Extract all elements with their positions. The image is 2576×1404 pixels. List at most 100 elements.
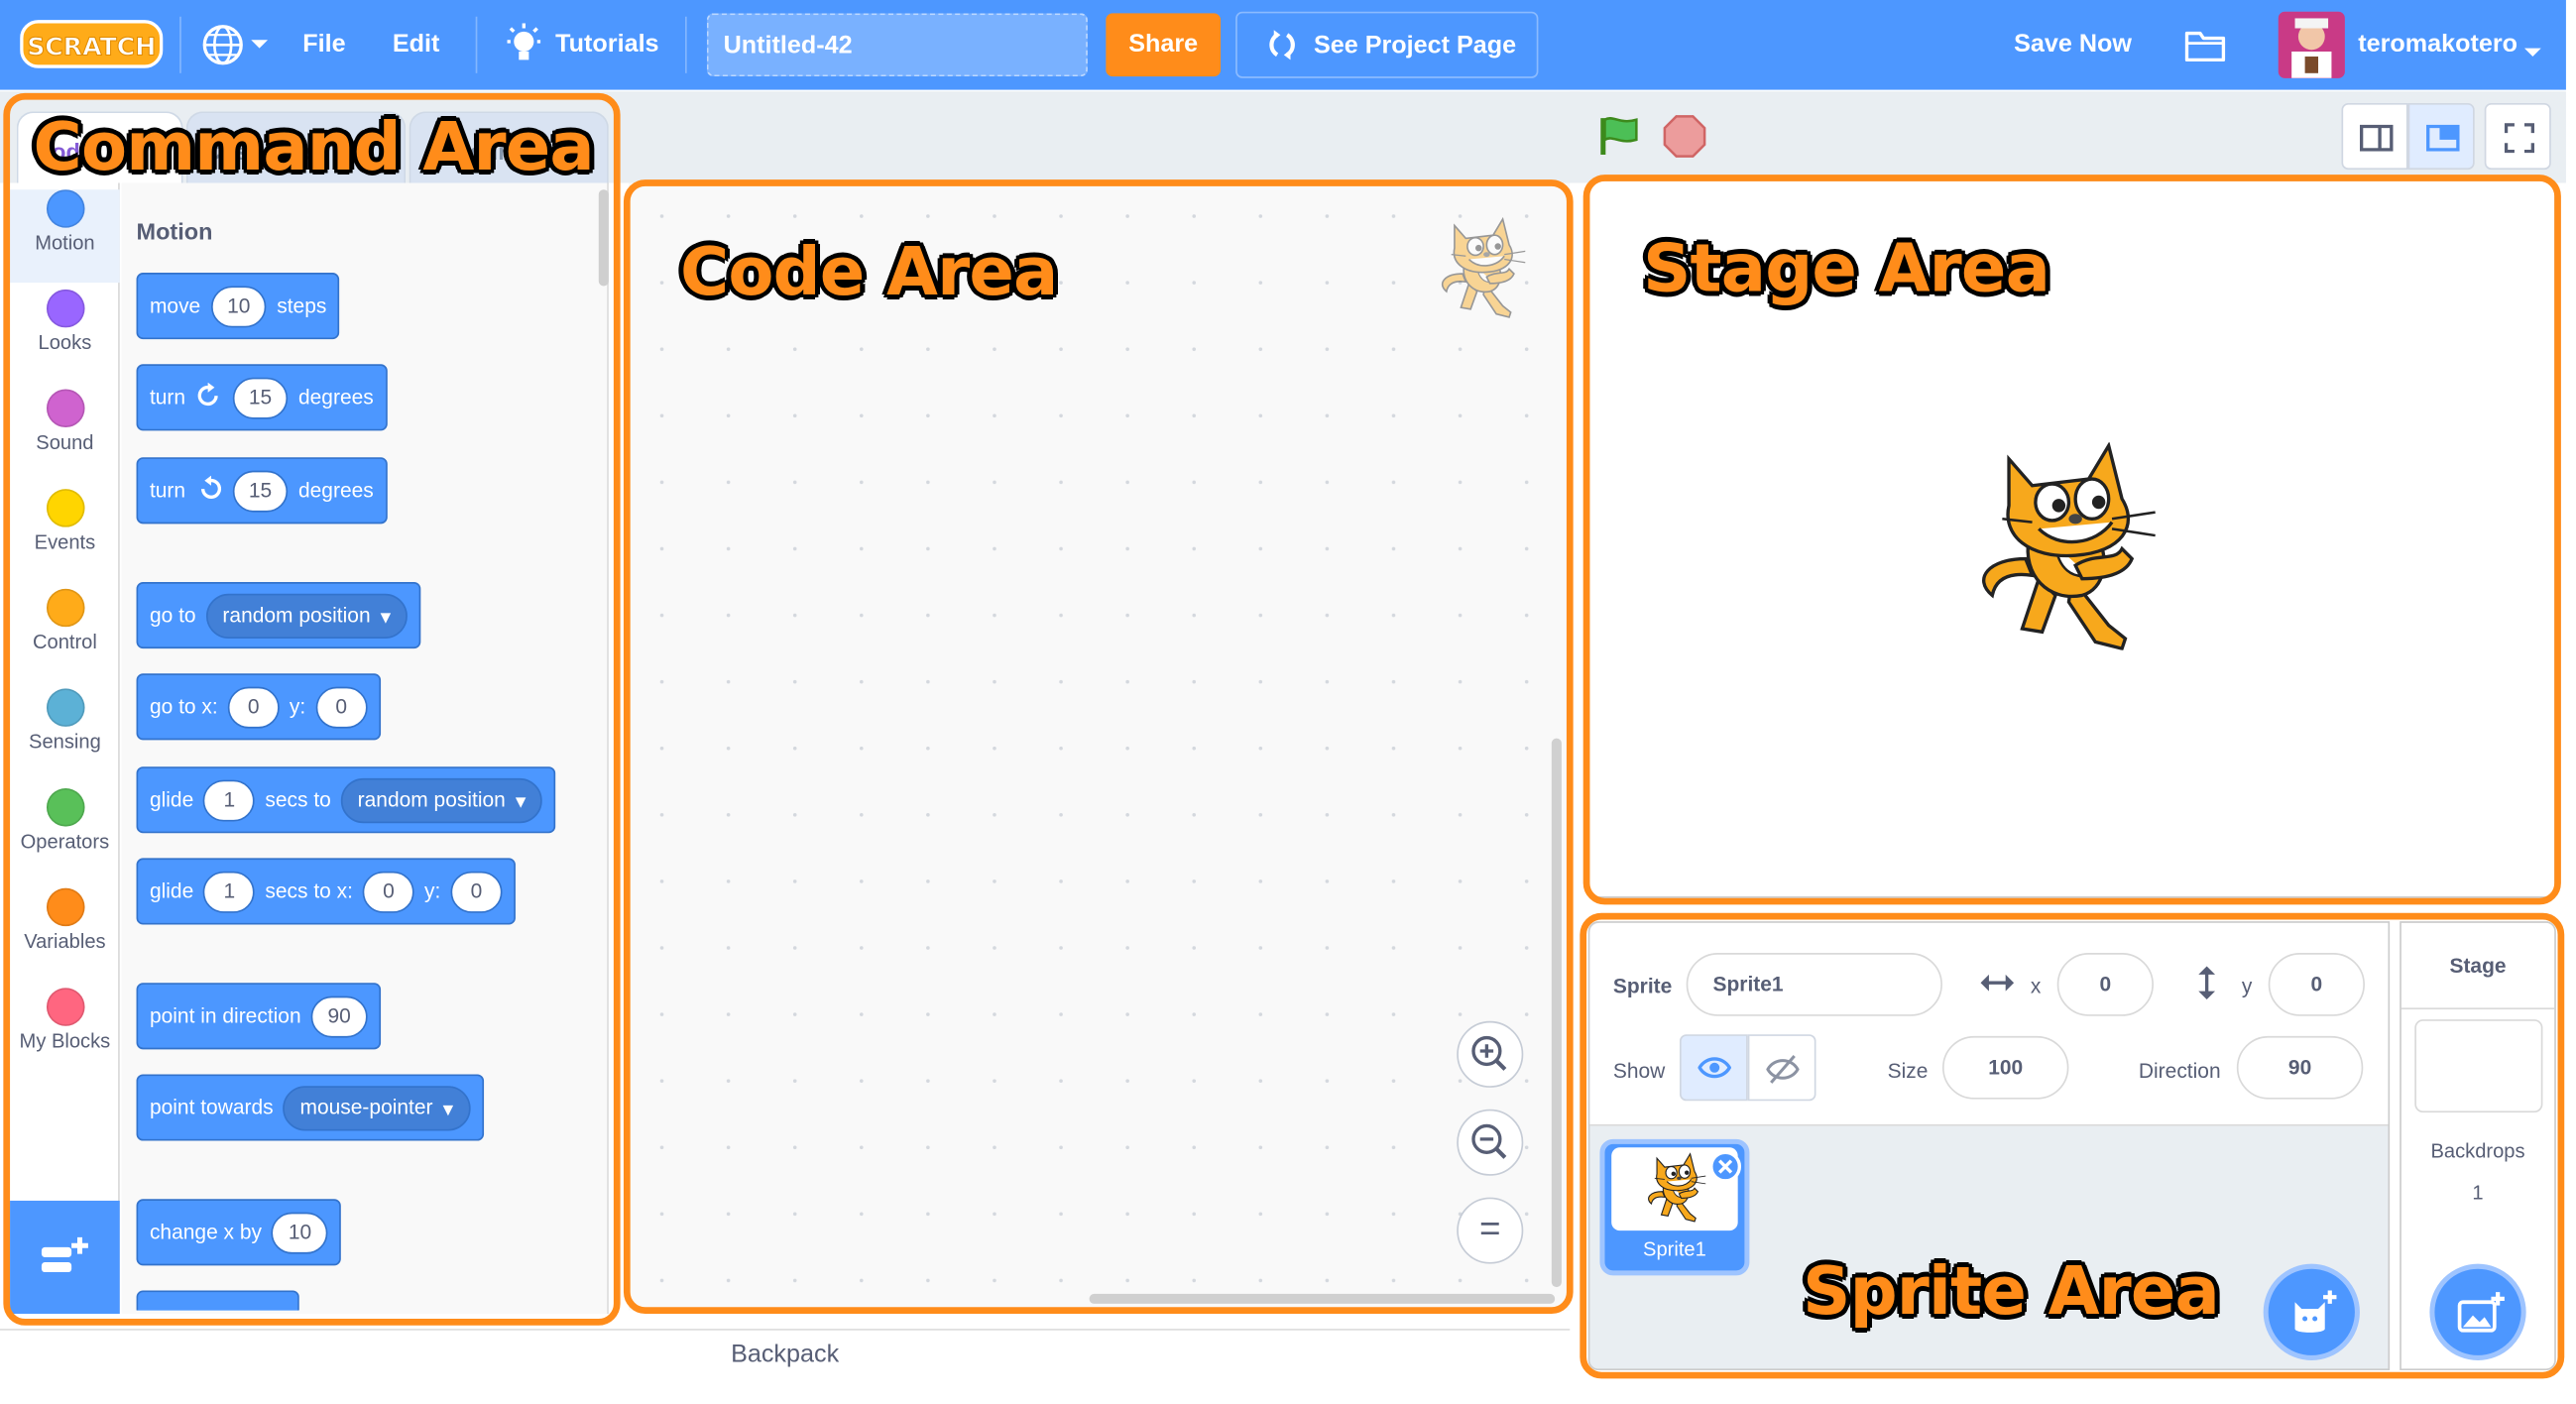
block-input[interactable]: 10 <box>210 285 268 327</box>
backdrops-count: 1 <box>2472 1180 2484 1205</box>
block-input[interactable]: 0 <box>227 685 280 728</box>
block-input[interactable]: 10 <box>272 1211 328 1253</box>
block-point-direction[interactable]: point in direction 90 <box>136 983 381 1050</box>
fullscreen-icon <box>2504 123 2535 154</box>
category-my-blocks[interactable]: My Blocks <box>10 988 120 1081</box>
block-input[interactable]: 15 <box>232 376 289 418</box>
category-label: Events <box>34 530 96 554</box>
green-flag-icon[interactable] <box>1596 115 1643 167</box>
block-text: y: <box>289 695 306 719</box>
y-position-input[interactable]: 0 <box>2268 953 2365 1016</box>
block-text: change x by <box>149 1221 263 1244</box>
block-input[interactable]: 90 <box>310 994 368 1037</box>
zoom-out-button[interactable] <box>1457 1109 1524 1176</box>
chevron-down-icon[interactable] <box>2522 39 2542 68</box>
palette-section-title: Motion <box>136 217 213 245</box>
category-motion[interactable]: Motion <box>10 189 120 284</box>
stop-icon[interactable] <box>1663 115 1706 167</box>
block-dropdown[interactable]: mouse-pointer ▾ <box>283 1085 470 1130</box>
choose-sprite-button[interactable] <box>2263 1263 2360 1360</box>
folder-icon[interactable] <box>2183 27 2227 71</box>
block-dropdown[interactable]: random position ▾ <box>340 777 543 823</box>
category-label: My Blocks <box>19 1029 111 1053</box>
block-text: turn <box>149 479 186 503</box>
backdrops-label: Backdrops <box>2430 1138 2525 1163</box>
category-variables[interactable]: Variables <box>10 887 120 982</box>
code-workspace[interactable] <box>628 182 1571 1311</box>
y-arrows-icon <box>2195 965 2218 1009</box>
category-sensing[interactable]: Sensing <box>10 688 120 781</box>
dropdown-value: random position <box>357 787 506 812</box>
username-menu[interactable]: teromakotero <box>2358 30 2517 58</box>
menu-divider <box>685 16 687 73</box>
dropdown-arrow-icon: ▾ <box>515 788 527 813</box>
block-text: steps <box>277 293 327 318</box>
block-input[interactable]: 15 <box>232 469 289 512</box>
x-position-input[interactable]: 0 <box>2056 953 2154 1016</box>
block-go-to[interactable]: go to random position ▾ <box>136 582 421 649</box>
category-control[interactable]: Control <box>10 588 120 682</box>
backdrop-thumbnail[interactable] <box>2414 1019 2543 1113</box>
category-dot <box>46 688 84 727</box>
block-input[interactable]: 1 <box>203 778 256 821</box>
lightbulb-icon[interactable] <box>504 23 543 74</box>
block-glide-xy[interactable]: glide 1 secs to x: 0 y: 0 <box>136 858 516 925</box>
choose-backdrop-button[interactable] <box>2429 1263 2526 1360</box>
size-input[interactable]: 100 <box>1941 1035 2069 1100</box>
direction-input[interactable]: 90 <box>2236 1035 2364 1100</box>
category-sound[interactable]: Sound <box>10 389 120 482</box>
zoom-in-button[interactable] <box>1457 1020 1524 1088</box>
delete-sprite-button[interactable] <box>1709 1150 1742 1183</box>
project-title-input[interactable]: Untitled-42 <box>706 13 1088 77</box>
category-label: Sound <box>36 430 94 454</box>
direction-label: Direction <box>2138 1059 2221 1083</box>
category-events[interactable]: Events <box>10 489 120 582</box>
see-project-page-button[interactable]: See Project Page <box>1235 11 1539 78</box>
block-text: go to x: <box>149 695 218 719</box>
block-change-x[interactable]: change x by 10 <box>136 1199 342 1266</box>
sprite-watermark-cat-icon <box>1437 216 1533 327</box>
palette-scrollbar[interactable] <box>598 189 609 287</box>
code-area-annotation: Code Area <box>679 234 1058 311</box>
backpack-label: Backpack <box>731 1340 840 1369</box>
backpack-header[interactable]: Backpack <box>0 1329 1571 1379</box>
globe-icon[interactable] <box>201 23 275 74</box>
block-go-to-xy[interactable]: go to x: 0 y: 0 <box>136 673 381 741</box>
category-operators[interactable]: Operators <box>10 787 120 881</box>
block-palette <box>121 182 609 1314</box>
show-sprite-button[interactable] <box>1679 1034 1748 1102</box>
sprite-name-input[interactable]: Sprite1 <box>1686 953 1942 1016</box>
share-button[interactable]: Share <box>1106 13 1222 77</box>
small-stage-button[interactable] <box>2341 102 2408 171</box>
avatar[interactable] <box>2278 11 2345 78</box>
block-turn-right[interactable]: turn 15 degrees <box>136 364 388 431</box>
code-scrollbar-horizontal[interactable] <box>1089 1293 1556 1304</box>
scratch-logo[interactable]: SCRATCH <box>20 17 164 71</box>
block-turn-left[interactable]: turn 15 degrees <box>136 457 388 525</box>
edit-menu[interactable]: Edit <box>393 30 440 58</box>
add-extension-button[interactable] <box>10 1200 120 1314</box>
block-text: glide <box>149 879 194 903</box>
fullscreen-button[interactable] <box>2484 102 2551 171</box>
block-input[interactable]: 0 <box>315 685 368 728</box>
sprite-cat-icon[interactable] <box>1972 442 2171 658</box>
remix-icon <box>1264 29 1301 68</box>
rotate-left-icon <box>195 474 222 507</box>
code-scrollbar-vertical[interactable] <box>1551 738 1562 1288</box>
block-dropdown[interactable]: random position ▾ <box>205 592 408 639</box>
zoom-reset-button[interactable]: = <box>1457 1197 1524 1264</box>
hide-sprite-button[interactable] <box>1747 1034 1816 1102</box>
save-now-button[interactable]: Save Now <box>2014 30 2132 58</box>
block-input[interactable]: 0 <box>450 871 503 912</box>
dropdown-arrow-icon: ▾ <box>442 1097 454 1120</box>
category-looks[interactable]: Looks <box>10 289 120 383</box>
block-glide-to[interactable]: glide 1 secs to random position ▾ <box>136 766 556 834</box>
block-input[interactable]: 1 <box>203 871 256 912</box>
block-text: move <box>149 293 201 318</box>
tutorials-menu[interactable]: Tutorials <box>555 30 658 58</box>
file-menu[interactable]: File <box>302 30 345 58</box>
block-point-towards[interactable]: point towards mouse-pointer ▾ <box>136 1074 484 1141</box>
large-stage-button[interactable] <box>2407 102 2475 171</box>
block-move-steps[interactable]: move 10 steps <box>136 273 340 340</box>
block-input[interactable]: 0 <box>362 871 414 912</box>
